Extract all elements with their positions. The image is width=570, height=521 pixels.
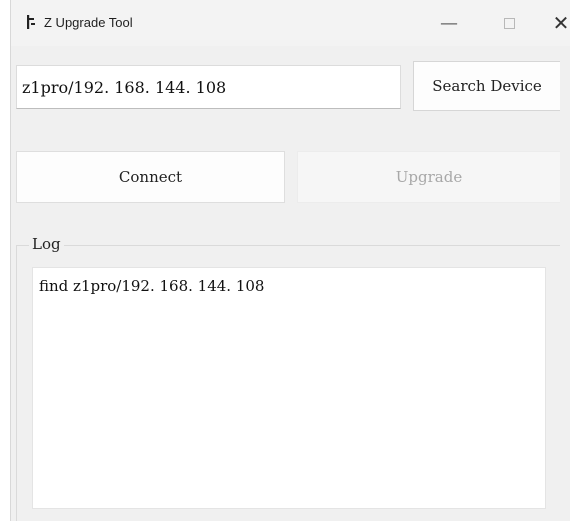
maximize-button[interactable] [489, 8, 529, 38]
connect-button[interactable]: Connect [16, 151, 285, 203]
window-title: Z Upgrade Tool [44, 15, 133, 30]
close-icon: ✕ [552, 11, 570, 35]
log-output[interactable]: find z1pro/192. 168. 144. 108 [32, 267, 546, 509]
device-address-value: z1pro/192. 168. 144. 108 [22, 77, 227, 97]
search-device-label: Search Device [432, 77, 542, 95]
search-device-button[interactable]: Search Device [413, 61, 560, 111]
log-group-label: Log [29, 235, 64, 253]
z-app-icon [27, 15, 35, 29]
log-line: find z1pro/192. 168. 144. 108 [39, 277, 265, 295]
connect-label: Connect [118, 168, 183, 186]
upgrade-label: Upgrade [395, 168, 463, 186]
close-button[interactable]: ✕ [541, 8, 570, 38]
maximize-icon [503, 17, 515, 29]
device-address-input[interactable]: z1pro/192. 168. 144. 108 [16, 65, 401, 109]
title-bar[interactable]: Z Upgrade Tool — ✕ [11, 0, 570, 46]
upgrade-button[interactable]: Upgrade [297, 151, 560, 203]
minimize-icon: — [440, 12, 458, 34]
minimize-button[interactable]: — [429, 8, 469, 38]
